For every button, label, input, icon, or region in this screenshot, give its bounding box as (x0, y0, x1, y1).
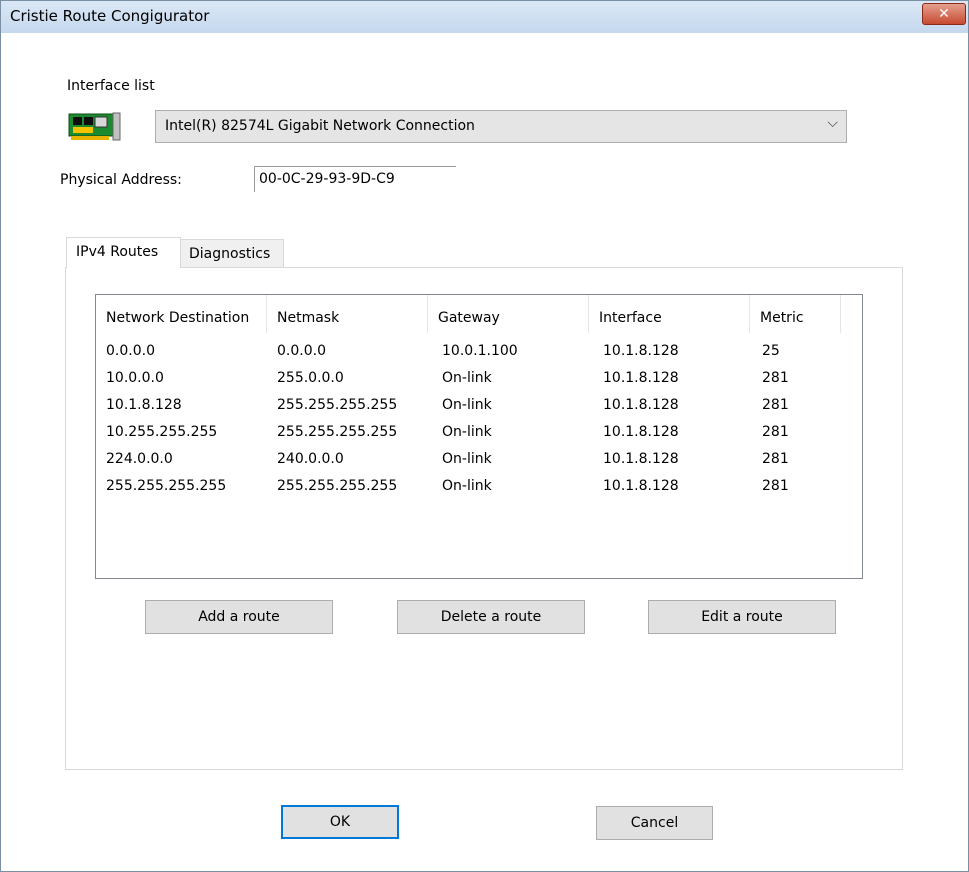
cell-destination: 0.0.0.0 (106, 343, 155, 359)
cell-interface: 10.1.8.128 (603, 370, 679, 386)
add-route-button[interactable]: Add a route (145, 600, 333, 634)
routes-table[interactable]: Network Destination Netmask Gateway Inte… (95, 294, 863, 579)
window-title: Cristie Route Congigurator (10, 7, 210, 25)
cell-gateway: On-link (442, 397, 492, 413)
edit-route-button[interactable]: Edit a route (648, 600, 836, 634)
cell-gateway: On-link (442, 370, 492, 386)
column-header-netmask[interactable]: Netmask (267, 295, 428, 333)
interface-list-label: Interface list (67, 78, 155, 94)
cell-interface: 10.1.8.128 (603, 424, 679, 440)
cell-metric: 281 (762, 478, 789, 494)
network-card-icon (68, 112, 121, 141)
column-header-interface[interactable]: Interface (589, 295, 750, 333)
cell-gateway: On-link (442, 424, 492, 440)
cell-netmask: 0.0.0.0 (277, 343, 326, 359)
cell-destination: 10.1.8.128 (106, 397, 182, 413)
cell-netmask: 255.255.255.255 (277, 478, 398, 494)
cancel-button[interactable]: Cancel (596, 806, 713, 840)
close-icon: ✕ (938, 6, 950, 22)
cell-netmask: 255.255.255.255 (277, 424, 398, 440)
column-header-destination[interactable]: Network Destination (96, 295, 267, 333)
cell-netmask: 255.0.0.0 (277, 370, 344, 386)
cell-netmask: 255.255.255.255 (277, 397, 398, 413)
ok-button[interactable]: OK (281, 805, 399, 839)
cell-interface: 10.1.8.128 (603, 343, 679, 359)
delete-route-button[interactable]: Delete a route (397, 600, 585, 634)
cell-metric: 281 (762, 397, 789, 413)
cell-netmask: 240.0.0.0 (277, 451, 344, 467)
tab-ipv4-routes[interactable]: IPv4 Routes (66, 237, 181, 268)
physical-address-value: 00-0C-29-93-9D-C9 (259, 171, 395, 187)
cell-gateway: On-link (442, 478, 492, 494)
cell-gateway: 10.0.1.100 (442, 343, 518, 359)
close-button[interactable]: ✕ (922, 3, 966, 25)
cell-destination: 255.255.255.255 (106, 478, 227, 494)
title-bar: Cristie Route Congigurator ✕ (1, 1, 968, 33)
cell-metric: 281 (762, 451, 789, 467)
cell-metric: 281 (762, 424, 789, 440)
tab-diagnostics[interactable]: Diagnostics (180, 239, 284, 268)
column-header-metric[interactable]: Metric (750, 295, 841, 333)
interface-dropdown[interactable]: Intel(R) 82574L Gigabit Network Connecti… (155, 110, 847, 143)
cell-gateway: On-link (442, 451, 492, 467)
cell-interface: 10.1.8.128 (603, 478, 679, 494)
cell-destination: 224.0.0.0 (106, 451, 173, 467)
cell-destination: 10.255.255.255 (106, 424, 218, 440)
tab-label: IPv4 Routes (76, 244, 159, 260)
cell-interface: 10.1.8.128 (603, 451, 679, 467)
column-header-gateway[interactable]: Gateway (428, 295, 589, 333)
physical-address-field[interactable]: 00-0C-29-93-9D-C9 (254, 166, 456, 192)
cell-metric: 281 (762, 370, 789, 386)
physical-address-label: Physical Address: (60, 172, 182, 188)
tab-label: Diagnostics (189, 246, 271, 262)
cell-interface: 10.1.8.128 (603, 397, 679, 413)
interface-selected-value: Intel(R) 82574L Gigabit Network Connecti… (165, 118, 475, 134)
cell-destination: 10.0.0.0 (106, 370, 164, 386)
chevron-down-icon: ⌵ (827, 115, 838, 131)
cell-metric: 25 (762, 343, 780, 359)
